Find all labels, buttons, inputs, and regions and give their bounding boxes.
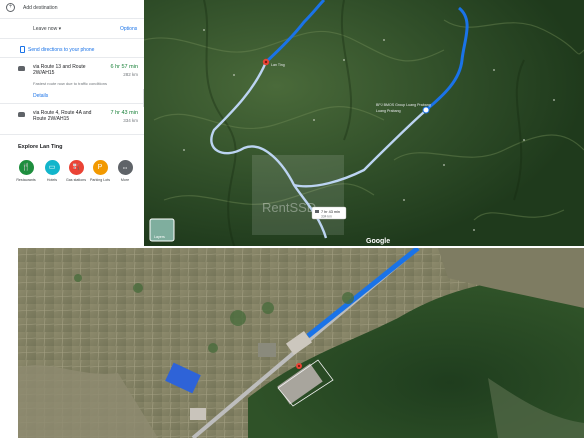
route-bubble-distance: 334 km: [321, 215, 332, 219]
route-1-title[interactable]: via Route 13 and Route 2W/AH15: [33, 64, 103, 76]
leave-now-label: Leave now: [33, 26, 58, 32]
divider: [0, 103, 144, 104]
category-label: Gas stations: [66, 178, 86, 182]
category-restaurants[interactable]: 🍴 Restaurants: [16, 160, 36, 182]
divider: [0, 57, 144, 58]
divider: [0, 38, 144, 39]
route-1-details-link[interactable]: Details: [33, 93, 48, 99]
watermark-box: [252, 155, 344, 235]
origin-pin[interactable]: [262, 58, 270, 66]
layers-label: Layers: [154, 235, 165, 239]
building: [190, 408, 206, 420]
add-icon: +: [6, 3, 15, 12]
car-icon: [18, 112, 25, 117]
building: [258, 343, 276, 357]
origin-label: Lan Ting: [271, 63, 285, 67]
phone-icon: [20, 46, 25, 53]
add-destination-label: Add destination: [23, 4, 58, 11]
category-label: More: [120, 178, 130, 182]
destination-pin[interactable]: [422, 106, 430, 114]
bottom-satellite-map[interactable]: [18, 248, 584, 438]
route-1-time: 6 hr 57 min: [110, 64, 138, 70]
category-gas-stations[interactable]: ⛽ Gas stations: [66, 160, 86, 182]
location-pin[interactable]: [296, 363, 302, 369]
bed-icon: ▭: [44, 160, 60, 175]
options-button[interactable]: Options: [120, 26, 137, 32]
category-parking-lots[interactable]: P Parking Lots: [90, 160, 110, 182]
add-destination-row[interactable]: + Add destination: [6, 3, 57, 12]
more-icon: •••: [117, 160, 133, 175]
category-more[interactable]: ••• More: [117, 160, 133, 182]
route-2-title[interactable]: via Route 4, Route 4A and Route 2W/AH15: [33, 110, 103, 122]
terrain-base: [144, 0, 584, 246]
fork-knife-icon: 🍴: [18, 160, 34, 175]
route-1-note: Fastest route now due to traffic conditi…: [33, 81, 107, 86]
send-directions-link[interactable]: Send directions to your phone: [28, 47, 94, 53]
category-label: Restaurants: [16, 178, 36, 182]
destination-name: BPJ BMOS Group Luang Prabang: [376, 103, 431, 107]
directions-panel: + Add destination Leave now ▾ Options Se…: [0, 0, 144, 246]
car-icon: [315, 210, 319, 213]
google-logo: Google: [366, 238, 390, 245]
car-icon: [18, 66, 25, 71]
route-1-distance: 282 km: [123, 72, 138, 77]
route-time-bubble[interactable]: 7 hr 43 min 334 km: [311, 206, 347, 220]
route-bubble-time: 7 hr 43 min: [321, 210, 340, 214]
route-2-time: 7 hr 43 min: [110, 110, 138, 116]
parking-icon: P: [92, 160, 108, 175]
category-label: Parking Lots: [90, 178, 110, 182]
top-satellite-map[interactable]: RentSSD Lan Ting BPJ BMOS Group Luang Pr…: [144, 0, 584, 246]
gas-pump-icon: ⛽: [68, 160, 84, 175]
leave-now-dropdown[interactable]: Leave now ▾: [33, 26, 61, 32]
category-hotels[interactable]: ▭ Hotels: [44, 160, 60, 182]
divider: [0, 134, 144, 135]
layers-button[interactable]: Layers: [149, 218, 175, 242]
category-label: Hotels: [46, 178, 58, 182]
route-2-distance: 334 km: [123, 118, 138, 123]
explore-title: Explore Lan Ting: [18, 144, 63, 150]
chevron-down-icon: ▾: [58, 26, 62, 32]
divider: [0, 18, 144, 19]
destination-label: Luang Prabang: [376, 109, 401, 113]
